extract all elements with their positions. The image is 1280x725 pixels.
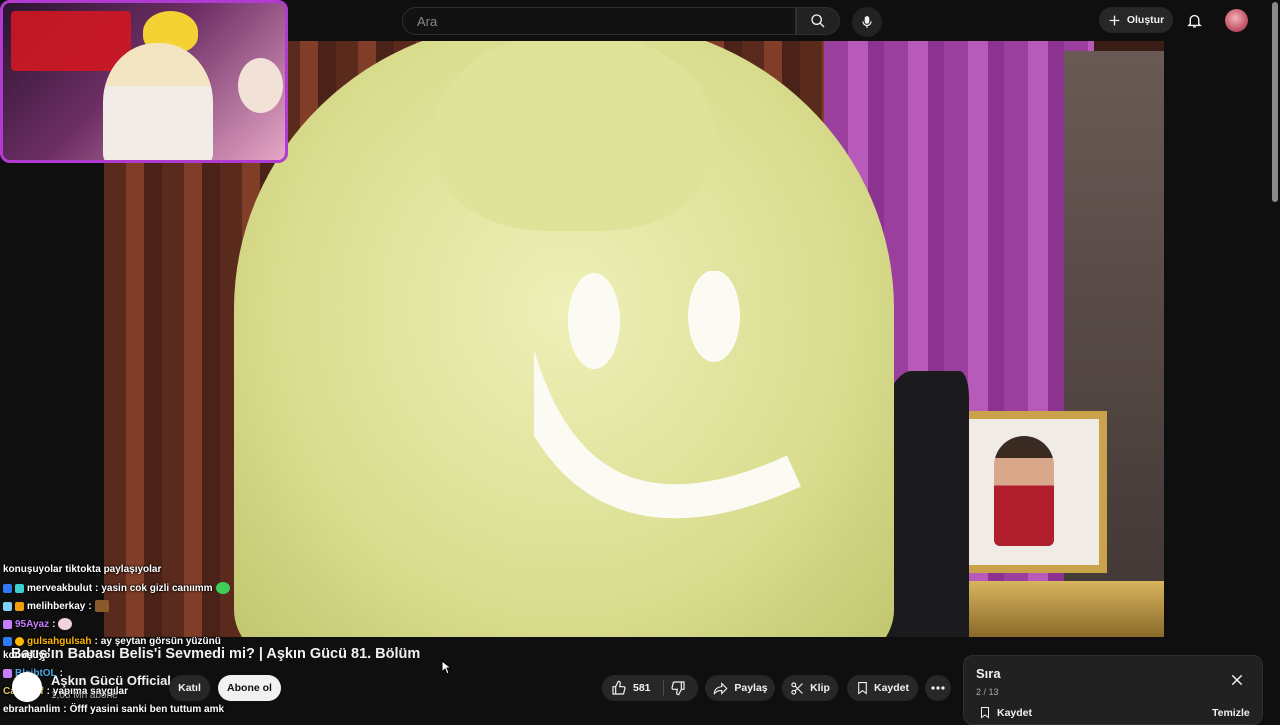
bookmark-icon <box>858 682 867 695</box>
chat-separator: : <box>52 618 56 630</box>
video-smiley-print <box>534 271 802 519</box>
thumbs-up-icon <box>612 680 626 695</box>
plus-icon <box>1109 15 1120 25</box>
queue-panel: Sıra 2 / 13 Kaydet Temizle <box>963 655 1263 725</box>
clip-button[interactable]: Klip <box>782 675 838 701</box>
queue-save-button[interactable]: Kaydet <box>979 705 1032 720</box>
emote-icon <box>58 618 73 630</box>
chat-separator: : <box>95 582 99 594</box>
emote-icon <box>94 600 109 612</box>
create-label: Oluştur <box>1126 14 1165 26</box>
mouse-cursor-icon <box>441 660 451 675</box>
queue-count: 2 / 13 <box>976 687 999 697</box>
badge-icon <box>3 601 12 611</box>
webcam-streamer <box>103 43 213 160</box>
chat-separator: : <box>63 704 67 715</box>
save-button[interactable]: Kaydet <box>847 675 918 701</box>
chat-username: ebrarhanlim <box>3 704 61 715</box>
page-scrollbar[interactable] <box>1270 0 1278 720</box>
chat-message: 95Ayaz: <box>3 618 73 630</box>
badge-icon <box>15 583 24 593</box>
account-avatar[interactable] <box>1225 9 1248 32</box>
like-count: 581 <box>633 682 651 694</box>
chat-message: konuşuyolar tiktokta paylaşıyolar <box>3 564 161 575</box>
chat-message: ebrarhanlim: Öfff yasini sanki ben tuttu… <box>3 704 224 715</box>
clip-label: Klip <box>810 682 830 694</box>
chat-separator: : <box>88 600 92 612</box>
subscriber-count: 1,05 Mn abone <box>51 690 118 701</box>
scissors-icon <box>791 681 803 695</box>
bookmark-icon <box>981 707 989 719</box>
subscribe-button[interactable]: Abone ol <box>218 675 281 701</box>
create-button[interactable]: Oluştur <box>1099 7 1173 33</box>
badge-icon <box>15 637 24 646</box>
share-label: Paylaş <box>734 682 768 694</box>
video-title: Barış'ın Babası Belis'i Sevmedi mi? | Aş… <box>11 646 421 662</box>
chat-message-text: yasin cok gizli canıımm <box>101 582 213 594</box>
emote-icon <box>215 582 230 594</box>
badge-icon <box>3 669 12 678</box>
close-icon[interactable] <box>1230 673 1244 687</box>
chat-username: melihberkay <box>27 600 86 612</box>
badge-icon <box>15 601 24 611</box>
webcam-flag-poster <box>11 11 131 71</box>
thumbs-down-icon[interactable] <box>670 680 686 696</box>
search-button[interactable] <box>796 7 840 35</box>
microphone-icon <box>862 16 872 28</box>
chat-username: merveakbulut <box>27 582 93 594</box>
streamer-webcam-overlay <box>0 0 288 163</box>
share-icon <box>714 681 728 695</box>
badge-icon <box>3 619 12 629</box>
chat-username: 95Ayaz <box>15 618 50 630</box>
video-photo-portrait <box>994 436 1054 546</box>
chat-message-text: Öfff yasini sanki ben tuttum amk <box>69 704 225 715</box>
channel-avatar[interactable] <box>12 672 42 702</box>
like-button[interactable]: 581 <box>602 675 698 701</box>
share-button[interactable]: Paylaş <box>705 675 775 701</box>
notifications-button[interactable] <box>1184 9 1204 31</box>
join-button[interactable]: Katıl <box>169 675 210 701</box>
chat-separator: : <box>46 686 50 697</box>
more-actions-button[interactable] <box>925 675 951 701</box>
queue-clear-button[interactable]: Temizle <box>1212 707 1250 719</box>
badge-icon <box>3 583 12 593</box>
webcam-plush-bear <box>238 58 283 113</box>
voice-search-button[interactable] <box>852 7 882 37</box>
badge-icon <box>3 637 12 646</box>
scrollbar-thumb[interactable] <box>1272 2 1278 202</box>
search-box[interactable] <box>402 7 796 35</box>
bell-icon <box>1186 14 1202 28</box>
like-divider <box>663 680 664 696</box>
chat-message: merveakbulut: yasin cok gizli canıımm <box>3 582 230 594</box>
channel-name[interactable]: Aşkın Gücü Official <box>51 673 171 688</box>
more-horizontal-icon <box>931 686 945 690</box>
queue-title: Sıra <box>976 666 1001 681</box>
chat-message: melihberkay: <box>3 600 109 612</box>
video-shelf <box>954 581 1164 637</box>
queue-save-label: Kaydet <box>997 706 1033 719</box>
chat-message-text: konuşuyolar tiktokta paylaşıyolar <box>3 564 162 575</box>
video-hood <box>434 41 714 231</box>
save-label: Kaydet <box>873 682 909 694</box>
search-icon <box>811 14 825 28</box>
search-input[interactable] <box>417 13 781 29</box>
